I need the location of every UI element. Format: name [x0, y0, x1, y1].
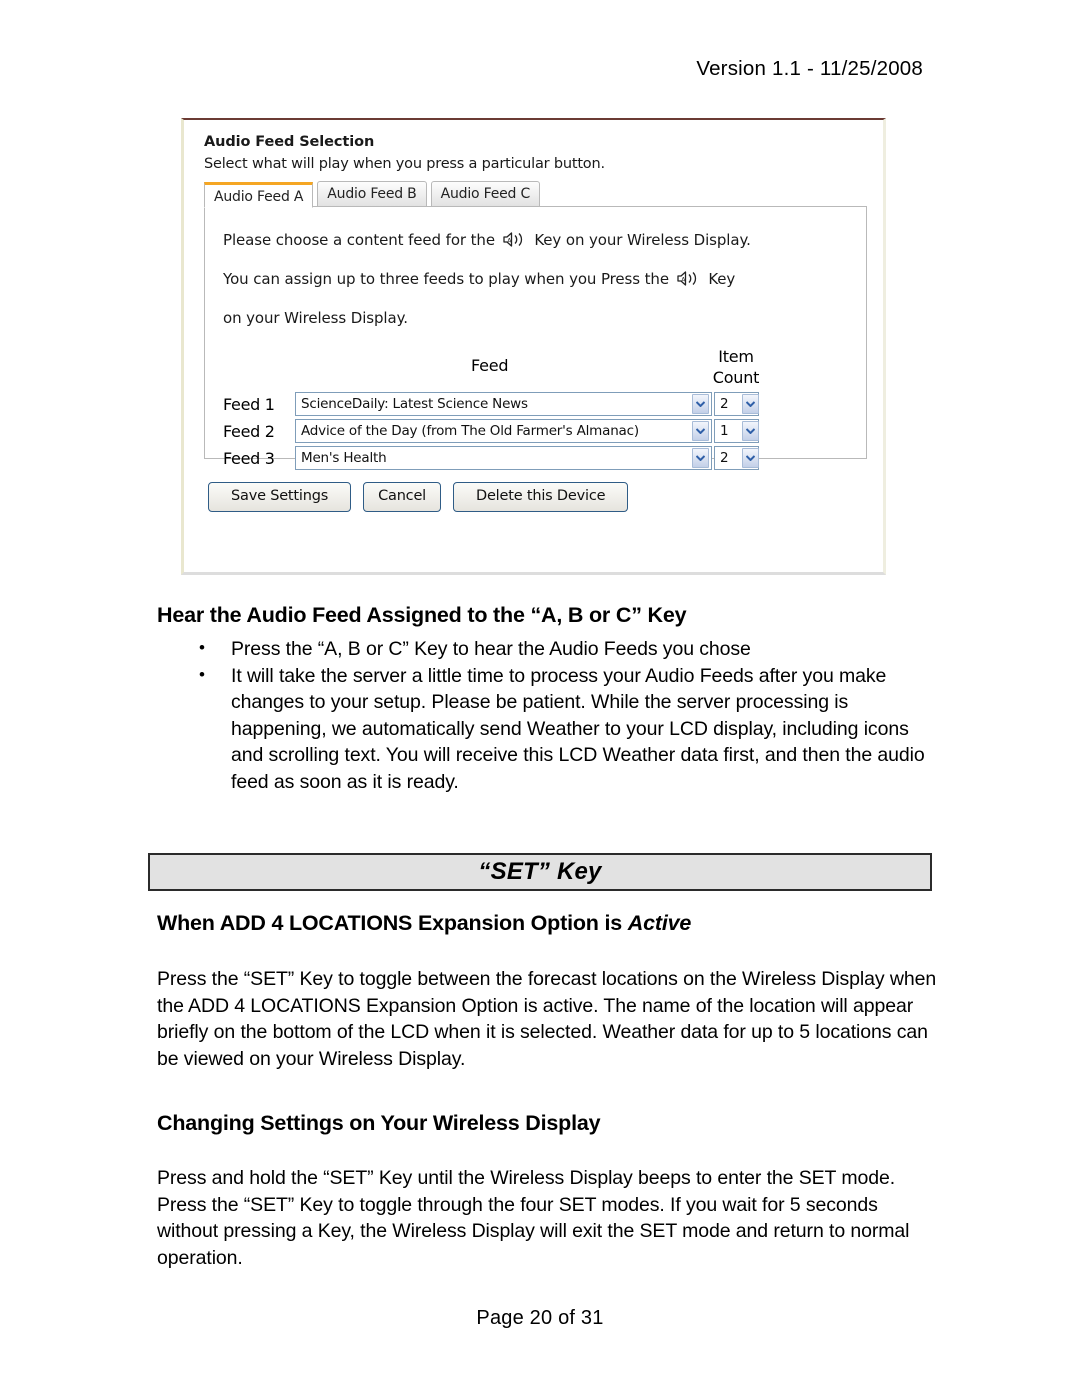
feed-3-select[interactable]: Men's Health — [295, 446, 712, 470]
audio-feed-bullet-list: Press the “A, B or C” Key to hear the Au… — [157, 635, 932, 796]
instruction-2-prefix: You can assign up to three feeds to play… — [223, 270, 669, 288]
feed-table-header: Feed Item Count — [223, 346, 852, 392]
feed-2-value: Advice of the Day (from The Old Farmer's… — [301, 423, 639, 439]
feed-1-count-value: 2 — [720, 396, 729, 412]
feed-1-label: Feed 1 — [223, 394, 275, 414]
heading-hear-audio-feed: Hear the Audio Feed Assigned to the “A, … — [157, 603, 687, 627]
panel-title: Audio Feed Selection — [204, 134, 375, 150]
list-item: It will take the server a little time to… — [199, 662, 932, 796]
chevron-down-icon[interactable] — [692, 448, 709, 468]
screenshot-content: Audio Feed Selection Select what will pl… — [184, 120, 883, 572]
heading-changing-settings: Changing Settings on Your Wireless Displ… — [157, 1111, 601, 1135]
feed-row-2: Feed 2 Advice of the Day (from The Old F… — [223, 419, 852, 443]
cancel-button[interactable]: Cancel — [363, 482, 441, 512]
feed-2-count-select[interactable]: 1 — [714, 419, 759, 443]
item-count-line-2: Count — [712, 368, 760, 387]
feed-3-count-select[interactable]: 2 — [714, 446, 759, 470]
feed-1-value: ScienceDaily: Latest Science News — [301, 396, 528, 412]
instruction-line-3: on your Wireless Display. — [223, 309, 408, 327]
feed-3-value: Men's Health — [301, 450, 387, 466]
instruction-2-suffix: Key — [708, 270, 736, 288]
feed-2-count-value: 1 — [720, 423, 729, 439]
chevron-down-icon[interactable] — [742, 448, 759, 468]
instruction-line-1: Please choose a content feed for the A K… — [223, 221, 852, 260]
list-item: Press the “A, B or C” Key to hear the Au… — [199, 635, 932, 663]
paragraph-set-key-toggle: Press the “SET” Key to toggle between th… — [157, 968, 937, 1070]
heading-add-4-locations-italic: Active — [627, 911, 692, 935]
document-version: Version 1.1 - 11/25/2008 — [696, 57, 923, 80]
tab-audio-feed-a[interactable]: Audio Feed A — [204, 182, 314, 208]
delete-this-device-button[interactable]: Delete this Device — [453, 482, 629, 512]
chevron-down-icon[interactable] — [692, 421, 709, 441]
feed-2-select[interactable]: Advice of the Day (from The Old Farmer's… — [295, 419, 712, 443]
panel-subtitle: Select what will play when you press a p… — [204, 156, 605, 172]
audio-feed-tabs: Audio Feed A Audio Feed B Audio Feed C — [204, 181, 867, 208]
feed-1-count-select[interactable]: 2 — [714, 392, 759, 416]
save-settings-button[interactable]: Save Settings — [208, 482, 352, 512]
tab-panel-audio-feed-a: Please choose a content feed for the A K… — [204, 206, 867, 470]
tab-audio-feed-c[interactable]: Audio Feed C — [430, 181, 541, 207]
feed-row-3: Feed 3 Men's Health 2 — [223, 446, 852, 470]
feed-1-select[interactable]: ScienceDaily: Latest Science News — [295, 392, 712, 416]
tab-audio-feed-b[interactable]: Audio Feed B — [317, 181, 427, 207]
set-key-banner-text: “SET” Key — [478, 858, 602, 885]
heading-add-4-locations: When ADD 4 LOCATIONS Expansion Option is… — [157, 911, 691, 936]
column-header-item-count: Item Count — [705, 346, 767, 388]
chevron-down-icon[interactable] — [742, 421, 759, 441]
chevron-down-icon[interactable] — [692, 394, 709, 414]
instruction-1-prefix: Please choose a content feed for the — [223, 231, 495, 249]
form-action-buttons: Save Settings Cancel Delete this Device — [204, 482, 867, 512]
column-header-feed: Feed — [471, 356, 509, 375]
set-key-banner: “SET” Key — [148, 853, 932, 891]
page-footer: Page 20 of 31 — [476, 1307, 604, 1329]
audio-feed-selection-screenshot: Audio Feed Selection Select what will pl… — [181, 118, 886, 575]
feed-3-label: Feed 3 — [223, 448, 275, 468]
feed-3-count-value: 2 — [720, 450, 729, 466]
instruction-line-2: You can assign up to three feeds to play… — [223, 260, 852, 299]
item-count-line-1: Item — [718, 347, 754, 366]
chevron-down-icon[interactable] — [742, 394, 759, 414]
speaker-a-icon-2: A — [676, 263, 702, 286]
speaker-a-icon: A — [502, 224, 528, 247]
feed-2-label: Feed 2 — [223, 421, 275, 441]
instruction-1-suffix: Key on your Wireless Display. — [534, 231, 751, 249]
paragraph-changing-settings: Press and hold the “SET” Key until the W… — [157, 1167, 910, 1269]
feed-row-1: Feed 1 ScienceDaily: Latest Science News… — [223, 392, 852, 416]
heading-add-4-locations-plain: When ADD 4 LOCATIONS Expansion Option is — [157, 911, 628, 935]
